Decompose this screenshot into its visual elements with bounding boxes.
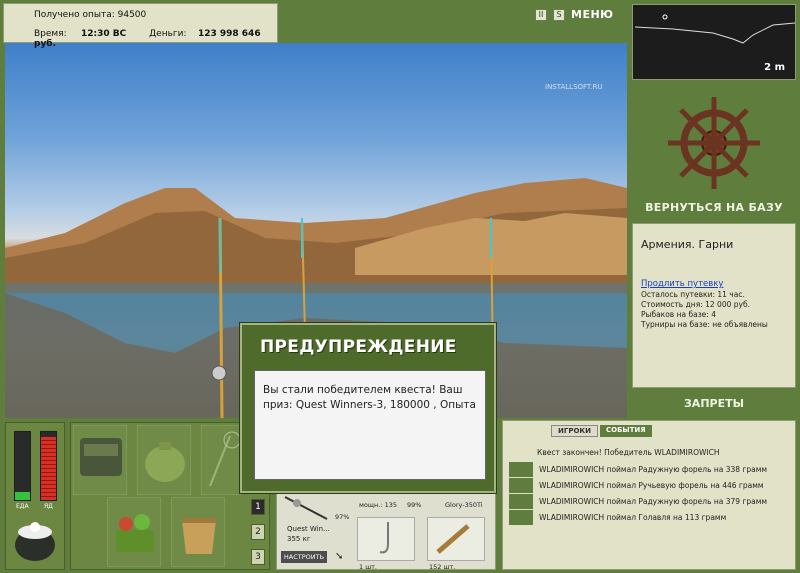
- rod-icon: [284, 496, 328, 520]
- event-text: WLADIMIROWICH поймал Ручьевую форель на …: [539, 481, 764, 490]
- quest-finished-message: Квест закончен! Победитель WLADIMIROWICH: [537, 448, 720, 457]
- sack-icon: [145, 442, 185, 482]
- reel-name: Glory-350Ti: [445, 501, 483, 509]
- inventory-slot[interactable]: [171, 497, 225, 567]
- exp-label: Получено опыта:: [34, 10, 115, 20]
- return-to-base-button[interactable]: ВЕРНУТЬСЯ НА БАЗУ: [632, 201, 796, 214]
- poison-gauge-fill: [41, 437, 56, 500]
- hook-count: 1 шт.: [359, 563, 378, 571]
- fishers-count: Рыбаков на базе: 4: [641, 310, 716, 319]
- float-marker-icon: [662, 14, 668, 20]
- list-item: WLADIMIROWICH поймал Радужную форель на …: [509, 494, 793, 509]
- fish-icon: [509, 462, 533, 477]
- tab-players[interactable]: ИГРОКИ: [551, 425, 598, 437]
- location-info-panel: Армения. Гарни Продлить путевку Осталось…: [632, 223, 796, 388]
- inventory-page-2-button[interactable]: 2: [251, 524, 265, 540]
- bucket-icon: [182, 518, 216, 554]
- status-gauges: ЕДА ЯД: [5, 422, 65, 570]
- permit-remaining: Осталось путевки: 11 час.: [641, 290, 745, 299]
- bait-icon: [436, 524, 470, 554]
- warning-dialog[interactable]: ПРЕДУПРЕЖДЕНИЕ Вы стали победителем квес…: [240, 323, 496, 493]
- event-text: WLADIMIROWICH поймал Радужную форель на …: [539, 497, 768, 506]
- day-cost: Стоимость дня: 12 000 руб.: [641, 300, 750, 309]
- time-value: 12:30 ВС: [80, 29, 127, 39]
- top-toolbar: II S МЕНЮ: [535, 8, 614, 21]
- events-tabs: ИГРОКИ СОБЫТИЯ: [551, 425, 652, 437]
- depth-readout: 2 m: [764, 62, 785, 73]
- poison-gauge: [40, 431, 57, 501]
- sound-button[interactable]: S: [553, 8, 565, 21]
- bait-slot[interactable]: [427, 517, 485, 561]
- line-durability: 99%: [407, 501, 422, 509]
- location-name: Армения. Гарни: [641, 238, 734, 251]
- inventory-slot[interactable]: [107, 497, 161, 567]
- rod-weight: 355 кг: [287, 535, 311, 543]
- rod-name: Quest Win...: [287, 525, 330, 533]
- list-item: WLADIMIROWICH поймал Ручьевую форель на …: [509, 478, 793, 493]
- landing-net-icon: [209, 431, 241, 487]
- player-status-panel: Получено опыта: 94500 Время: 12:30 ВС Де…: [3, 3, 278, 49]
- fish-icon: [509, 478, 533, 493]
- depth-minimap[interactable]: 2 m: [632, 4, 796, 80]
- restrictions-button[interactable]: ЗАПРЕТЫ: [632, 397, 796, 410]
- dialog-message: Вы стали победителем квеста! Ваш приз: Q…: [254, 370, 486, 480]
- events-panel: ИГРОКИ СОБЫТИЯ Квест закончен! Победител…: [502, 420, 796, 570]
- food-gauge-fill: [15, 491, 30, 500]
- inventory-page-3-button[interactable]: 3: [251, 549, 265, 565]
- list-item: WLADIMIROWICH поймал Голавля на 113 грам…: [509, 510, 793, 525]
- food-label: ЕДА: [16, 503, 29, 510]
- dialog-title: ПРЕДУПРЕЖДЕНИЕ: [260, 337, 457, 357]
- inventory-slot[interactable]: [137, 425, 191, 495]
- event-text: WLADIMIROWICH поймал Голавля на 113 грам…: [539, 513, 727, 522]
- tackle-box-icon: [80, 438, 122, 476]
- tab-events[interactable]: СОБЫТИЯ: [599, 425, 652, 437]
- line-strength: мощн.: 135: [359, 501, 397, 509]
- exp-value: 94500: [117, 10, 147, 20]
- tackle-setup-panel: 97% Quest Win... 355 кг НАСТРОИТЬ ➘ мощн…: [276, 488, 496, 571]
- extend-permit-link[interactable]: Продлить путевку: [641, 279, 787, 289]
- watermark-text: INSTALLSOFT.RU: [545, 83, 603, 91]
- money-label: Деньги:: [149, 29, 187, 39]
- setup-arrow-icon: ➘: [335, 551, 344, 562]
- rod-durability: 97%: [335, 513, 350, 521]
- menu-button[interactable]: МЕНЮ: [571, 8, 614, 21]
- hook-icon: [379, 522, 389, 554]
- fish-icon: [509, 494, 533, 509]
- inventory-slot[interactable]: [73, 425, 127, 495]
- money-value: 123 998 646 руб.: [34, 29, 261, 49]
- setup-tackle-button[interactable]: НАСТРОИТЬ: [281, 551, 327, 563]
- time-label: Время:: [34, 29, 67, 39]
- tournaments-status: Турниры на базе: не объявлены: [641, 320, 768, 329]
- food-gauge: [14, 431, 31, 501]
- inventory-page-1-button[interactable]: 1: [251, 499, 265, 515]
- cooking-pot-icon[interactable]: [10, 515, 60, 565]
- bait-count: 152 шт.: [429, 563, 456, 571]
- hook-slot[interactable]: [357, 517, 415, 561]
- food-basket-icon: [116, 514, 154, 552]
- inventory-slot[interactable]: [201, 425, 241, 495]
- fish-icon: [509, 510, 533, 525]
- list-item: WLADIMIROWICH поймал Радужную форель на …: [509, 462, 793, 477]
- event-text: WLADIMIROWICH поймал Радужную форель на …: [539, 465, 768, 474]
- poison-label: ЯД: [44, 503, 53, 510]
- pause-button[interactable]: II: [535, 8, 547, 21]
